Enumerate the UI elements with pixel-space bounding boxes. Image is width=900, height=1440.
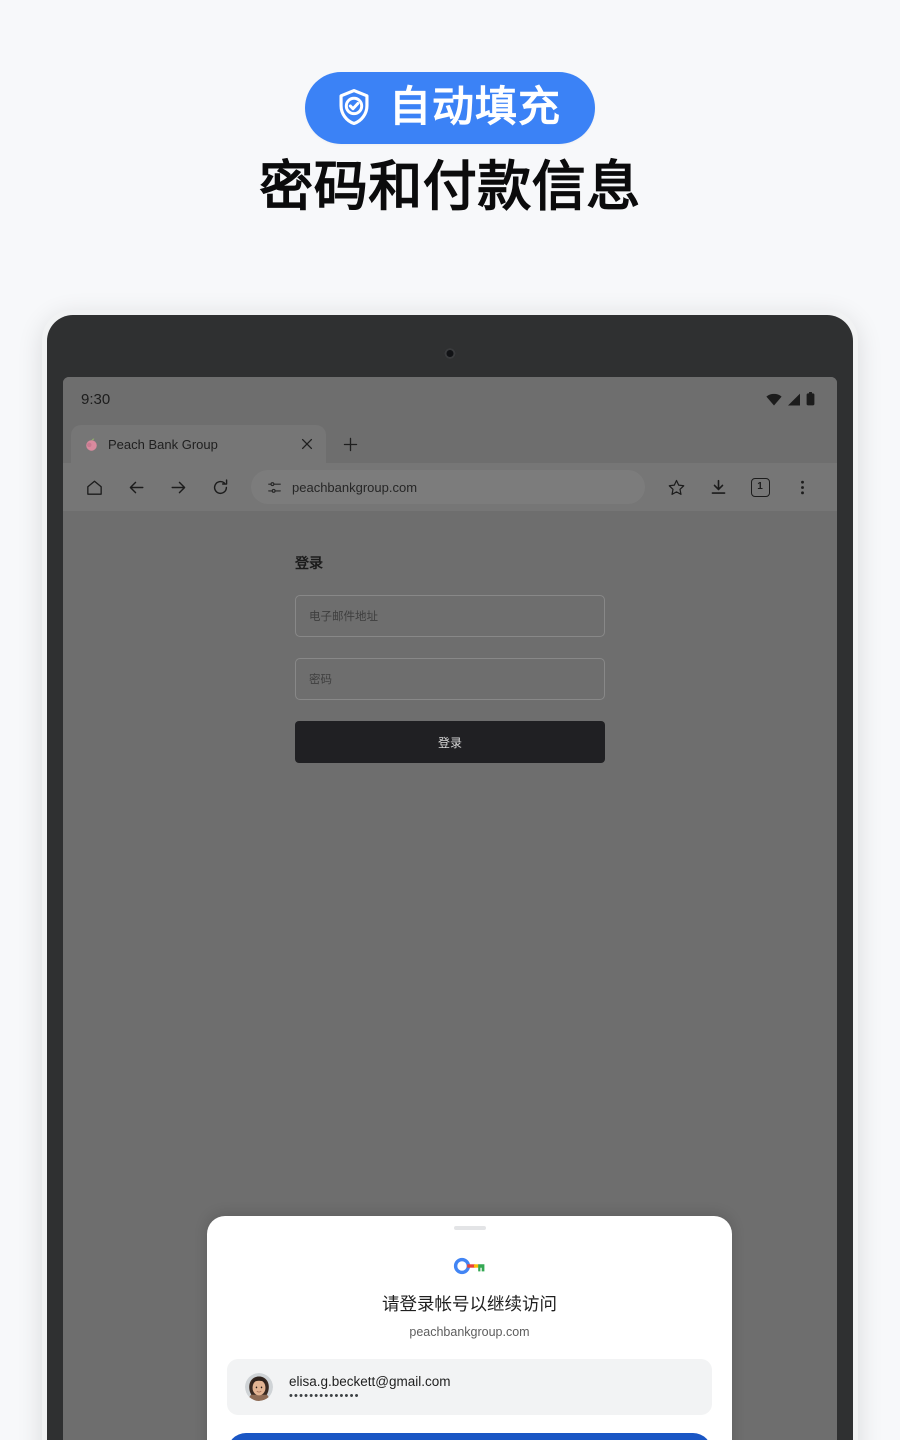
tab-count-button[interactable]: 1 [739, 466, 781, 508]
home-icon [86, 480, 102, 495]
login-submit-label: 登录 [437, 735, 462, 750]
browser-toolbar: peachbankgroup.com 1 [63, 463, 837, 511]
tune-icon[interactable] [267, 480, 282, 495]
reload-icon [213, 478, 227, 494]
cellular-signal-icon [788, 393, 800, 405]
web-page-content: 登录 电子邮件地址 密码 登录 请登录帐号以继续访问 peachbankgrou… [63, 511, 837, 1440]
browser-tab[interactable]: Peach Bank Group [71, 425, 326, 463]
shield-check-icon [339, 88, 369, 126]
password-manager-bottom-sheet: 请登录帐号以继续访问 peachbankgroup.com elisa.g.be… [207, 1216, 732, 1440]
sheet-title: 请登录帐号以继续访问 [382, 1294, 557, 1314]
download-icon [711, 479, 725, 494]
home-button[interactable] [73, 466, 115, 508]
star-icon [668, 479, 684, 495]
arrow-forward-icon [171, 481, 185, 493]
password-field[interactable]: 密码 [295, 658, 605, 700]
autofill-badge-label: 自动填充 [388, 83, 561, 130]
tab-count-label: 1 [750, 477, 770, 497]
forward-button[interactable] [157, 466, 199, 508]
tab-strip: Peach Bank Group [63, 421, 837, 463]
bookmark-button[interactable] [655, 466, 697, 508]
promo-header: 自动填充 密码和付款信息 [0, 0, 900, 218]
promo-screenshot: 自动填充 密码和付款信息 9:30 Peach Bank Group peach… [0, 0, 900, 1440]
back-button[interactable] [115, 466, 157, 508]
device-bezel: 9:30 Peach Bank Group peachbankgroup.com… [47, 315, 853, 1440]
autofill-badge: 自动填充 [304, 72, 595, 144]
promo-title: 密码和付款信息 [259, 157, 641, 217]
account-row[interactable]: elisa.g.beckett@gmail.com •••••••••••••• [227, 1359, 712, 1415]
battery-icon [806, 392, 815, 406]
email-field-placeholder: 电子邮件地址 [309, 611, 378, 623]
status-bar: 9:30 [63, 377, 837, 421]
account-email: elisa.g.beckett@gmail.com [289, 1373, 451, 1389]
front-camera-dot-icon [444, 348, 456, 359]
login-submit-button[interactable]: 登录 [295, 721, 605, 763]
more-vert-icon [800, 480, 804, 494]
reload-button[interactable] [199, 466, 241, 508]
sheet-origin: peachbankgroup.com [409, 1325, 530, 1339]
tab-title: Peach Bank Group [108, 436, 218, 452]
tablet-device: 9:30 Peach Bank Group peachbankgroup.com… [42, 310, 858, 1440]
download-button[interactable] [697, 466, 739, 508]
email-field[interactable]: 电子邮件地址 [295, 595, 605, 637]
status-icons [766, 392, 815, 406]
device-screen: 9:30 Peach Bank Group peachbankgroup.com… [63, 377, 837, 1440]
wifi-icon [766, 393, 782, 405]
login-form-title: 登录 [295, 555, 323, 571]
peach-favicon-icon [86, 438, 97, 451]
address-bar-url: peachbankgroup.com [292, 479, 418, 495]
plus-icon[interactable] [342, 436, 359, 453]
address-bar[interactable]: peachbankgroup.com [251, 470, 645, 504]
password-field-placeholder: 密码 [309, 674, 332, 686]
google-password-manager-key-icon [453, 1257, 484, 1275]
avatar [245, 1373, 273, 1401]
drag-handle[interactable] [453, 1226, 486, 1230]
account-text: elisa.g.beckett@gmail.com •••••••••••••• [289, 1373, 451, 1402]
account-password-mask: •••••••••••••• [289, 1389, 360, 1402]
close-icon[interactable] [300, 437, 314, 451]
menu-button[interactable] [781, 466, 823, 508]
login-form: 登录 电子邮件地址 密码 登录 [295, 553, 605, 763]
continue-button[interactable]: 继续 [227, 1433, 712, 1440]
status-time: 9:30 [81, 390, 111, 408]
arrow-back-icon [129, 481, 143, 493]
